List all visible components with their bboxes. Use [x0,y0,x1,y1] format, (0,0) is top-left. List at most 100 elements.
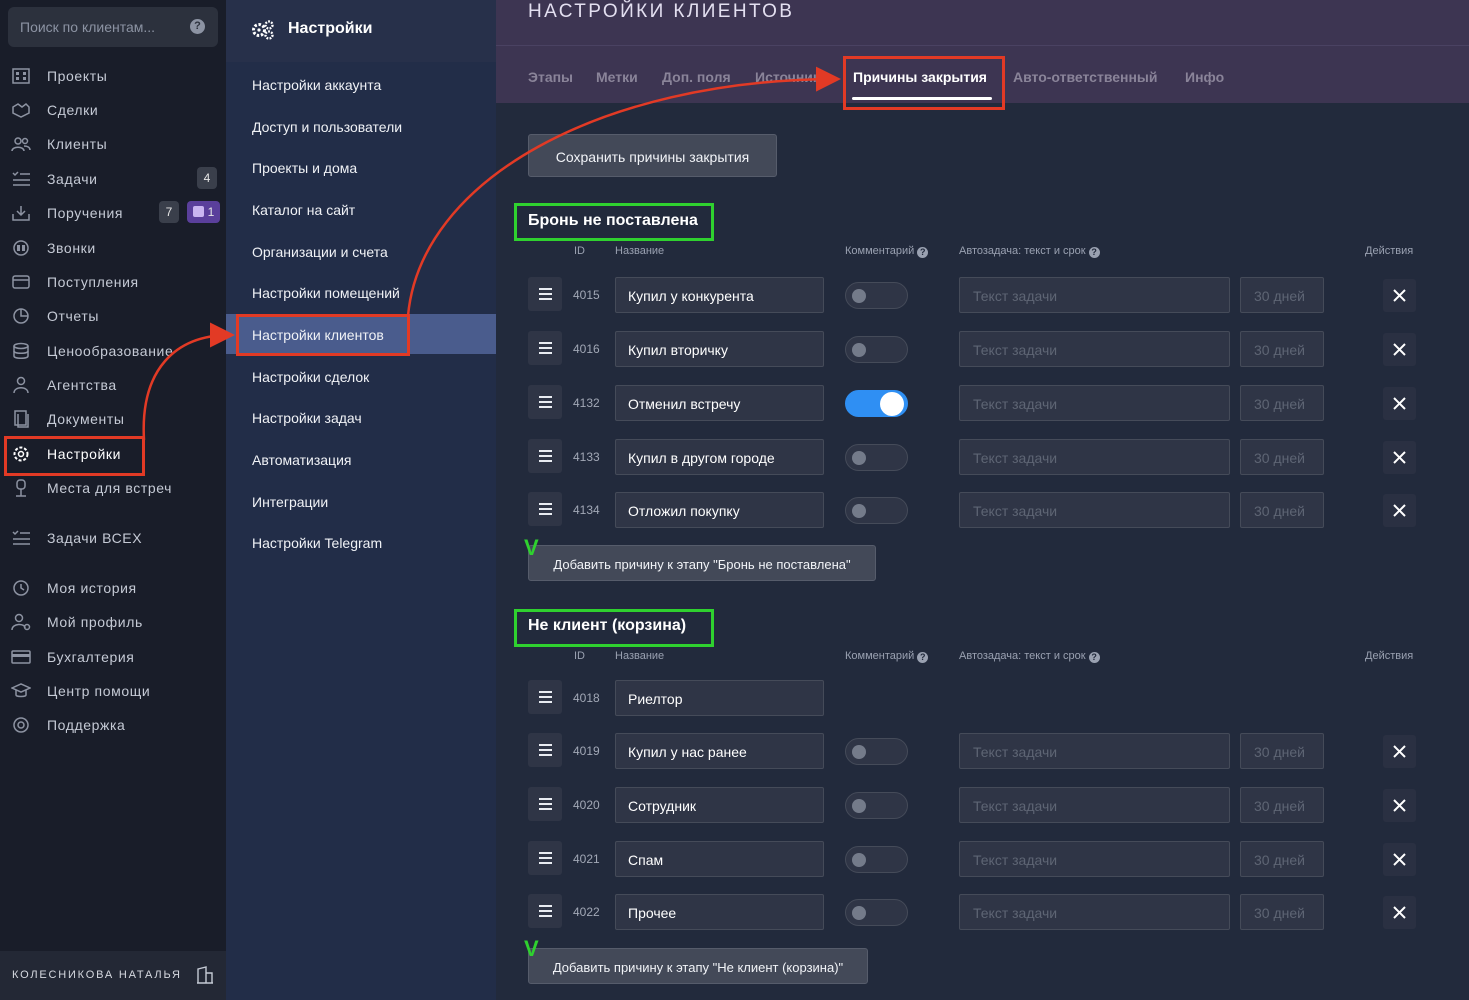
comment-toggle[interactable] [845,282,908,309]
reason-name-input[interactable]: Отложил покупку [615,492,824,528]
nav-item-pricing[interactable]: Ценообразование [0,336,226,366]
comment-toggle[interactable] [845,497,908,524]
drag-handle-icon[interactable] [528,841,562,875]
nav-item-assignments[interactable]: Поручения 7 1 [0,198,226,228]
autotask-text-input[interactable]: Текст задачи [959,733,1230,769]
tab-auto-responsible[interactable]: Авто-ответственный [1013,69,1158,85]
drag-handle-icon[interactable] [528,385,562,419]
drag-handle-icon[interactable] [528,331,562,365]
delete-reason-button[interactable] [1383,279,1416,312]
comment-toggle[interactable] [845,792,908,819]
autotask-text-input[interactable]: Текст задачи [959,277,1230,313]
nav-item-support[interactable]: Поддержка [0,710,226,740]
reason-name-input[interactable]: Сотрудник [615,787,824,823]
save-close-reasons-button[interactable]: Сохранить причины закрытия [528,134,777,177]
help-icon[interactable]: ? [1088,247,1100,258]
delete-reason-button[interactable] [1383,843,1416,876]
add-reason-button[interactable]: Добавить причину к этапу "Бронь не поста… [528,545,876,581]
nav-item-agencies[interactable]: Агентства [0,370,226,400]
drag-handle-icon[interactable] [528,680,562,714]
nav-item-accounting[interactable]: Бухгалтерия [0,642,226,672]
drag-handle-icon[interactable] [528,277,562,311]
autotask-days-input[interactable]: 30 дней [1240,733,1324,769]
reason-name-input[interactable]: Купил у нас ранее [615,733,824,769]
nav-item-calls[interactable]: Звонки [0,233,226,263]
comment-toggle[interactable] [845,738,908,765]
help-icon[interactable]: ? [190,19,205,34]
tab-stages[interactable]: Этапы [528,69,573,85]
reason-name-input[interactable]: Купил в другом городе [615,439,824,475]
reason-name-input[interactable]: Спам [615,841,824,877]
drag-handle-icon[interactable] [528,439,562,473]
nav-item-my-profile[interactable]: Мой профиль [0,607,226,637]
nav-item-tasks[interactable]: Задачи 4 [0,164,226,194]
comment-toggle[interactable] [845,846,908,873]
tab-tags[interactable]: Метки [596,69,638,85]
menu-premises-settings[interactable]: Настройки помещений [226,272,496,312]
delete-reason-button[interactable] [1383,789,1416,822]
delete-reason-button[interactable] [1383,494,1416,527]
add-reason-button[interactable]: Добавить причину к этапу "Не клиент (кор… [528,948,868,984]
comment-toggle[interactable] [845,390,908,417]
drag-handle-icon[interactable] [528,787,562,821]
delete-reason-button[interactable] [1383,896,1416,929]
reason-name-input[interactable]: Отменил встречу [615,385,824,421]
help-icon[interactable]: ? [1088,652,1100,663]
menu-telegram-settings[interactable]: Настройки Telegram [226,522,496,562]
autotask-text-input[interactable]: Текст задачи [959,787,1230,823]
delete-reason-button[interactable] [1383,735,1416,768]
help-icon[interactable]: ? [917,247,929,258]
user-bar[interactable]: КОЛЕСНИКОВА НАТАЛЬЯ [0,951,226,1000]
comment-toggle[interactable] [845,336,908,363]
delete-reason-button[interactable] [1383,333,1416,366]
autotask-days-input[interactable]: 30 дней [1240,841,1324,877]
menu-account-settings[interactable]: Настройки аккаунта [226,64,496,104]
reason-name-input[interactable]: Купил вторичку [615,331,824,367]
comment-toggle[interactable] [845,899,908,926]
nav-item-help-center[interactable]: Центр помощи [0,676,226,706]
search-input[interactable]: Поиск по клиентам... ? [8,7,218,47]
delete-reason-button[interactable] [1383,387,1416,420]
nav-item-documents[interactable]: Документы [0,404,226,434]
tab-info[interactable]: Инфо [1185,69,1224,85]
drag-handle-icon[interactable] [528,492,562,526]
autotask-text-input[interactable]: Текст задачи [959,331,1230,367]
drag-handle-icon[interactable] [528,733,562,767]
menu-organizations[interactable]: Организации и счета [226,231,496,271]
nav-item-all-tasks[interactable]: Задачи ВСЕХ [0,523,226,553]
nav-item-my-history[interactable]: Моя история [0,573,226,603]
reason-name-input[interactable]: Купил у конкурента [615,277,824,313]
menu-task-settings[interactable]: Настройки задач [226,397,496,437]
reason-name-input[interactable]: Прочее [615,894,824,930]
delete-reason-button[interactable] [1383,441,1416,474]
menu-projects-houses[interactable]: Проекты и дома [226,147,496,187]
autotask-text-input[interactable]: Текст задачи [959,894,1230,930]
autotask-text-input[interactable]: Текст задачи [959,385,1230,421]
autotask-days-input[interactable]: 30 дней [1240,277,1324,313]
menu-automation[interactable]: Автоматизация [226,439,496,479]
autotask-text-input[interactable]: Текст задачи [959,439,1230,475]
nav-item-income[interactable]: Поступления [0,267,226,297]
help-icon[interactable]: ? [917,652,929,663]
nav-item-clients[interactable]: Клиенты [0,129,226,159]
company-icon[interactable] [196,966,214,984]
menu-deal-settings[interactable]: Настройки сделок [226,356,496,396]
menu-catalog-site[interactable]: Каталог на сайт [226,189,496,229]
comment-toggle[interactable] [845,444,908,471]
autotask-text-input[interactable]: Текст задачи [959,841,1230,877]
autotask-days-input[interactable]: 30 дней [1240,331,1324,367]
nav-item-reports[interactable]: Отчеты [0,301,226,331]
drag-handle-icon[interactable] [528,894,562,928]
nav-item-meeting-places[interactable]: Места для встреч [0,473,226,503]
autotask-days-input[interactable]: 30 дней [1240,894,1324,930]
autotask-days-input[interactable]: 30 дней [1240,787,1324,823]
nav-item-deals[interactable]: Сделки [0,95,226,125]
menu-access-users[interactable]: Доступ и пользователи [226,106,496,146]
nav-item-projects[interactable]: Проекты [0,61,226,91]
menu-integrations[interactable]: Интеграции [226,481,496,521]
autotask-text-input[interactable]: Текст задачи [959,492,1230,528]
reason-name-input[interactable]: Риелтор [615,680,824,716]
autotask-days-input[interactable]: 30 дней [1240,385,1324,421]
tab-extra-fields[interactable]: Доп. поля [662,69,731,85]
tab-sources[interactable]: Источники [755,69,829,85]
